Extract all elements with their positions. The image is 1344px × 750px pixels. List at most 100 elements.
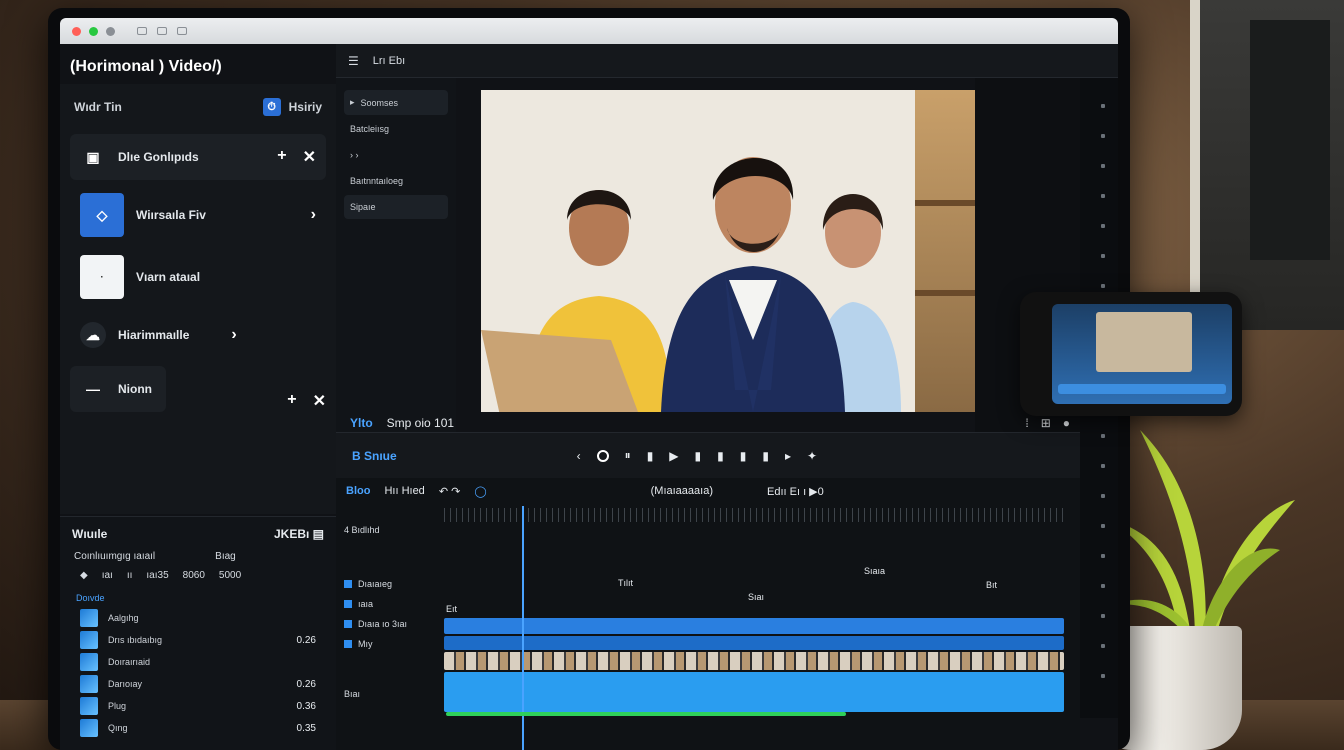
effect-item[interactable]: Batcleiısg [344,117,448,141]
media-category: Doıvde [76,593,105,603]
add-icon[interactable]: + [287,391,296,411]
frame-icon[interactable]: ▮ [717,449,724,463]
lp-item-5[interactable]: — Nionn [70,366,166,412]
effects-panel: ▸ Soomses Batcleiısg › › Baıtnntaıloeg Si… [336,78,456,468]
toolbar-label[interactable]: Lrı Ebı [373,55,405,67]
rail-icon[interactable] [1101,464,1105,468]
marker-icon[interactable]: ◯ [474,485,486,498]
close-icon[interactable]: ✕ [303,147,316,167]
effect-item[interactable]: ▸ Soomses [344,90,448,115]
media-row[interactable]: Doıraırıaid [60,651,336,673]
media-row[interactable]: Drıs ıbıdaıbıg 0.26 [60,629,336,651]
media-row[interactable]: Darıoıay 0.26 [60,673,336,695]
record-icon[interactable]: ● [1063,416,1070,430]
rail-icon[interactable] [1101,674,1105,678]
rail-icon[interactable] [1101,284,1105,288]
clip-thumbnail [80,609,98,627]
timeline-label[interactable]: Bloo [346,485,370,497]
timeline-track[interactable] [444,672,1064,712]
lp-item-1[interactable]: ▣ Dlıe Gonlıpıds + ✕ [70,134,326,180]
app-title: (Horimonal ) Video/) [70,58,222,75]
media-sub-left: Coınlıuımgıg ıaıaıl [74,551,156,562]
chevron-right-icon[interactable]: › [311,206,316,224]
timeline-track[interactable] [444,636,1064,650]
left-panel: Wıdr Tin ⏱ Hsiriy ▣ Dlıe Gonlıpıds + ✕ ◇… [60,84,336,514]
rail-icon[interactable] [1101,134,1105,138]
timeline-mark: Tılıt [618,578,633,588]
sparkle-icon[interactable]: ✦ [807,449,817,463]
timeline-track-video[interactable] [444,652,1064,670]
history-tab[interactable]: ⏱ Hsiriy [262,98,322,116]
rail-icon[interactable] [1101,434,1105,438]
top-toolbar: ☰ Lrı Ebı [336,44,1118,78]
timeline-ruler[interactable] [444,508,1064,522]
rail-icon[interactable] [1101,524,1105,528]
tab-icon[interactable] [157,27,167,35]
tab-icon[interactable] [177,27,187,35]
left-panel-header: Wıdr Tin ⏱ Hsiriy [60,84,336,126]
timeline-track[interactable] [444,618,1064,634]
effect-item[interactable]: Baıtnntaıloeg [344,169,448,193]
media-tools: ◆ ıaı ıı ıaı35 8060 5000 [60,562,336,589]
play-icon[interactable]: ▶ [669,449,678,463]
add-icon[interactable]: + [277,147,286,167]
preview-people-image [481,157,901,412]
grid-icon[interactable]: ⊞ [1041,416,1051,430]
media-row[interactable]: Qıng 0.35 [60,717,336,739]
lp-item-4[interactable]: ☁ Hiarimmaılle › [70,312,326,358]
chevron-right-icon[interactable]: › [231,326,236,344]
close-icon[interactable]: ✕ [313,391,326,411]
playback-controls: B Snıue ‹ ⏸ ▮ ▶ ▮ ▮ ▮ ▮ ▸ ✦ [336,432,1080,478]
rail-icon[interactable] [1101,224,1105,228]
clip-thumbnail [80,719,98,737]
rail-icon[interactable] [1101,104,1105,108]
media-header-right[interactable]: JKEBı ▤ [274,527,324,541]
maximize-dot[interactable] [89,26,98,36]
rail-icon[interactable] [1101,644,1105,648]
effect-label: Soomses [360,97,399,108]
loop-icon[interactable] [596,449,609,462]
media-tool[interactable]: 5000 [219,570,241,581]
rail-icon[interactable] [1101,254,1105,258]
media-row-label: Plug [108,701,127,711]
timeline-header: Bloo Hıı Hıed ↶ ↷ ◯ (Mıaıaaaaıa) Edıı Eı… [336,478,1080,504]
rail-icon[interactable] [1101,554,1105,558]
minimize-dot[interactable] [106,26,115,36]
rail-icon[interactable] [1101,494,1105,498]
frame-icon[interactable]: ▮ [740,449,747,463]
media-row[interactable]: Plug 0.36 [60,695,336,717]
browser-titlebar [60,18,1118,44]
lp-item-2[interactable]: ◇ Wiırsaıla Fiv › [70,188,326,242]
undo-icon[interactable]: ↶ ↷ [439,485,461,498]
media-tool[interactable]: ıı [127,570,133,581]
clip-thumbnail [80,653,98,671]
media-subheader: Coınlıuımgıg ıaıaıl Bıag [60,551,336,562]
rail-icon[interactable] [1101,194,1105,198]
rail-icon[interactable] [1101,164,1105,168]
effect-item[interactable]: Sipaıe [344,195,448,219]
split-icon[interactable]: ⁞ [1025,416,1028,430]
rail-icon[interactable] [1101,584,1105,588]
rail-icon[interactable] [1101,614,1105,618]
media-tool[interactable]: ıaı35 [146,570,168,581]
pause-icon[interactable]: ⏸ [625,448,631,463]
video-preview[interactable] [481,90,975,412]
controls-label[interactable]: B Snıue [352,449,397,463]
close-dot[interactable] [72,26,81,36]
effect-item[interactable]: › › [344,143,448,167]
frame-icon[interactable]: ▮ [762,449,769,463]
media-row-value: 0.36 [296,700,316,712]
menu-icon[interactable]: ☰ [348,54,359,68]
stop-icon[interactable]: ▮ [647,449,654,463]
track-label-text: Mıy [358,639,373,649]
media-tool[interactable]: 8060 [183,570,205,581]
media-tool[interactable]: ◆ [80,570,88,581]
tab-icon[interactable] [137,27,147,35]
media-tool[interactable]: ıaı [102,570,113,581]
film-icon: ▣ [86,148,100,165]
back-icon[interactable]: ‹ [577,449,581,463]
frame-icon[interactable]: ▮ [695,449,702,463]
forward-icon[interactable]: ▸ [785,449,791,463]
media-row[interactable]: Aalgıhg [60,607,336,629]
lp-item-3[interactable]: · Vıarn ataıal [70,250,326,304]
